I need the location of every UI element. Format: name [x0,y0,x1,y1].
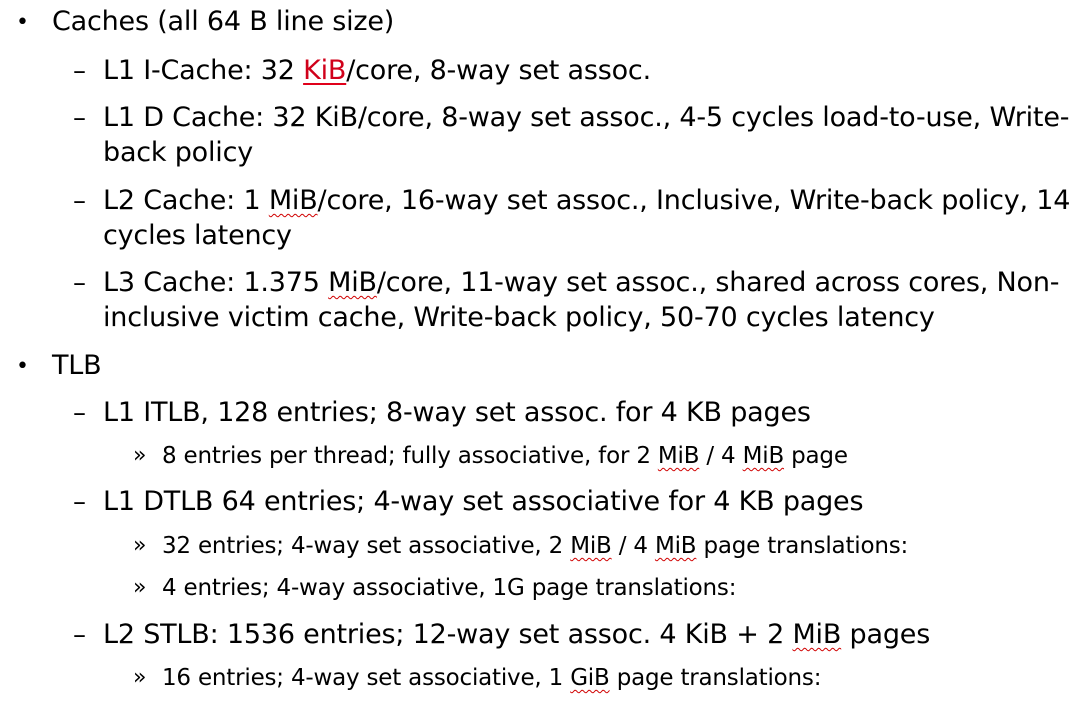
line-text: TLB [52,350,102,381]
bullet-marker: • [16,354,29,379]
line-text: /core, 16-way set assoc., Inclusive, Wri… [317,185,1071,216]
line-text: page translations: [696,533,909,559]
item-dtlb-1g-pages: 4 entries; 4-way associative, 1G page tr… [162,575,736,601]
sub-marker: » [133,665,147,690]
slide: • Caches (all 64 B line size) – L1 I-Cac… [0,0,1092,711]
item-l1-itlb: L1 ITLB, 128 entries; 8-way set assoc. f… [103,397,811,428]
spellcheck-flagged-word: KiB [303,55,347,86]
item-l2-stlb: L2 STLB: 1536 entries; 12-way set assoc.… [103,619,930,650]
item-l2-cache-cont: cycles latency [103,220,292,251]
line-text: L1 D Cache: 32 KiB/core, 8-way set assoc… [103,102,1070,133]
sub-marker: » [133,443,147,468]
spellcheck-flagged-word: MiB [570,533,612,559]
item-l3-cache: L3 Cache: 1.375 MiB/core, 11-way set ass… [103,267,1060,298]
line-text: L1 ITLB, 128 entries; 8-way set assoc. f… [103,397,811,428]
item-l1-dcache-cont: back policy [103,137,253,168]
dash-marker: – [73,620,86,650]
heading-caches: Caches (all 64 B line size) [52,6,394,37]
line-text: L3 Cache: 1.375 [103,267,329,298]
item-l3-cache-cont: inclusive victim cache, Write-back polic… [103,302,935,333]
spellcheck-flagged-word: MiB [657,443,700,469]
line-text: 16 entries; 4-way set associative, 1 [162,665,571,691]
line-text: page translations: [609,665,822,691]
line-text: inclusive victim cache, Write-back polic… [103,302,935,333]
dash-marker: – [73,103,86,133]
dash-marker: – [73,56,86,86]
line-text: 4 entries; 4-way associative, 1G page tr… [162,575,737,601]
line-text: /core, 8-way set assoc. [346,55,651,86]
item-dtlb-large-pages: 32 entries; 4-way set associative, 2 MiB… [162,533,908,559]
line-text: Caches (all 64 B line size) [52,6,395,37]
line-text: /core, 11-way set assoc., shared across … [376,267,1060,298]
line-text: 8 entries per thread; fully associative,… [162,443,658,469]
line-text: L1 DTLB 64 entries; 4-way set associativ… [103,486,864,517]
line-text: back policy [103,137,254,168]
dash-marker: – [73,398,86,428]
line-text: L2 STLB: 1536 entries; 12-way set assoc.… [103,619,793,650]
dash-marker: – [73,487,86,517]
spellcheck-flagged-word: GiB [570,665,610,691]
line-text: page [784,443,848,469]
spellcheck-flagged-word: MiB [792,619,842,650]
sub-marker: » [133,575,147,600]
line-text: cycles latency [103,220,292,251]
dash-marker: – [73,186,86,216]
item-l1-dtlb: L1 DTLB 64 entries; 4-way set associativ… [103,486,864,517]
heading-tlb: TLB [52,350,102,381]
item-l2-cache: L2 Cache: 1 MiB/core, 16-way set assoc.,… [103,185,1070,216]
line-text: L1 I-Cache: 32 [103,55,304,86]
spellcheck-flagged-word: MiB [328,267,377,298]
item-stlb-1g-pages: 16 entries; 4-way set associative, 1 GiB… [162,665,821,691]
item-l1-icache: L1 I-Cache: 32 KiB/core, 8-way set assoc… [103,55,651,86]
item-l1-dcache: L1 D Cache: 32 KiB/core, 8-way set assoc… [103,102,1069,133]
line-text: / 4 [611,533,655,559]
spellcheck-flagged-word: MiB [268,185,318,216]
bullet-marker: • [16,10,29,35]
line-text: / 4 [699,443,743,469]
line-text: pages [841,619,931,650]
sub-marker: » [133,533,147,558]
spellcheck-flagged-word: MiB [654,533,697,559]
line-text: L2 Cache: 1 [103,185,269,216]
line-text: 32 entries; 4-way set associative, 2 [162,533,571,559]
dash-marker: – [73,268,86,298]
item-itlb-large-pages: 8 entries per thread; fully associative,… [162,443,848,469]
spellcheck-flagged-word: MiB [742,443,785,469]
